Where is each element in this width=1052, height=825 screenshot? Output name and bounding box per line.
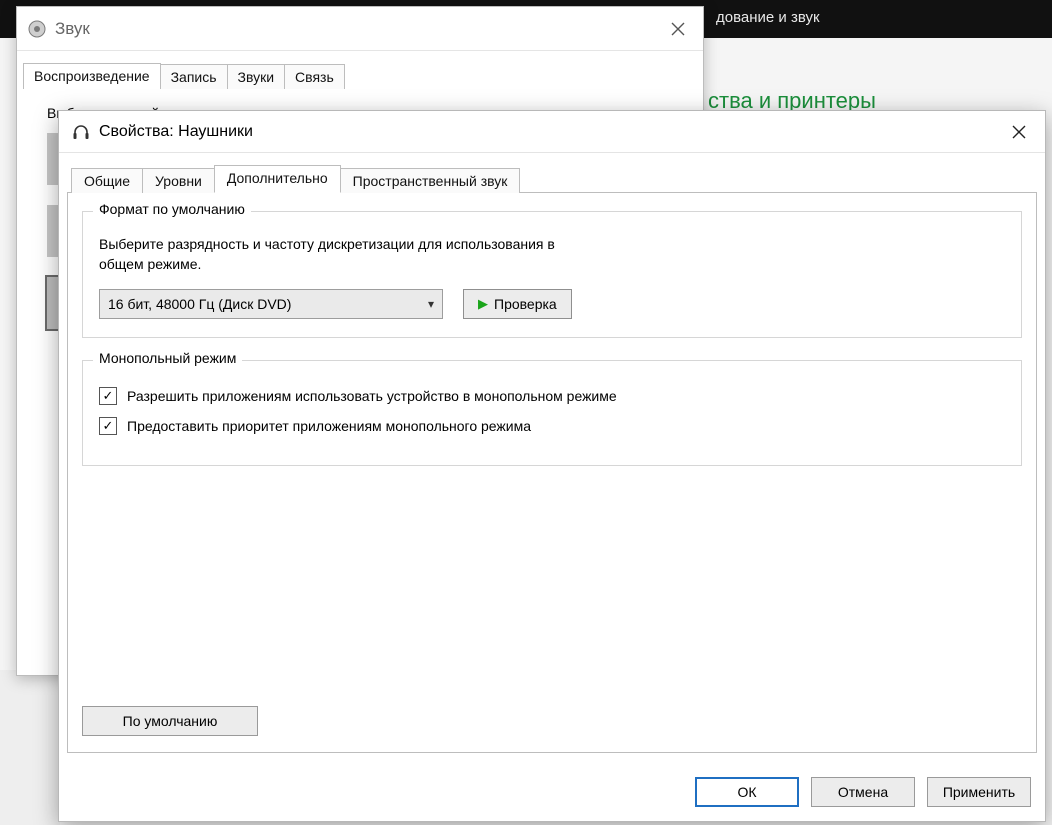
- control-panel-breadcrumb-fragment: дование и звук: [716, 9, 820, 26]
- tab-label: Общие: [84, 173, 130, 189]
- tab-label: Связь: [295, 69, 334, 85]
- tab-label: Дополнительно: [227, 170, 328, 186]
- tab-advanced[interactable]: Дополнительно: [214, 165, 341, 193]
- group-description: Выберите разрядность и частоту дискретиз…: [99, 234, 599, 275]
- tab-label: Уровни: [155, 173, 202, 189]
- apply-button[interactable]: Применить: [927, 777, 1031, 807]
- advanced-tab-panel: Формат по умолчанию Выберите разрядность…: [67, 193, 1037, 753]
- tab-general[interactable]: Общие: [71, 168, 143, 193]
- headphones-icon: [71, 122, 91, 142]
- button-label: По умолчанию: [123, 713, 218, 729]
- play-icon: ▶: [478, 296, 488, 312]
- properties-titlebar: Свойства: Наушники: [59, 111, 1045, 153]
- tab-levels[interactable]: Уровни: [142, 168, 215, 193]
- tab-spatial[interactable]: Пространственный звук: [340, 168, 521, 193]
- checkbox-label: Предоставить приоритет приложениям моноп…: [127, 418, 531, 434]
- cancel-button[interactable]: Отмена: [811, 777, 915, 807]
- tab-label: Воспроизведение: [34, 68, 150, 84]
- properties-tabs: Общие Уровни Дополнительно Пространствен…: [67, 157, 1037, 193]
- button-label: ОК: [737, 784, 756, 800]
- close-icon[interactable]: [657, 14, 699, 44]
- sound-dialog-title: Звук: [55, 19, 657, 39]
- properties-dialog: Свойства: Наушники Общие Уровни Дополнит…: [58, 110, 1046, 822]
- tab-label: Пространственный звук: [353, 173, 508, 189]
- tab-sounds[interactable]: Звуки: [227, 64, 286, 89]
- tab-label: Запись: [171, 69, 217, 85]
- tab-comm[interactable]: Связь: [284, 64, 345, 89]
- allow-exclusive-checkbox-row: ✓ Разрешить приложениям использовать уст…: [99, 387, 1005, 405]
- group-legend: Формат по умолчанию: [93, 201, 251, 217]
- dialog-footer: ОК Отмена Применить: [695, 777, 1031, 807]
- restore-defaults-button[interactable]: По умолчанию: [82, 706, 258, 736]
- test-button[interactable]: ▶ Проверка: [463, 289, 572, 319]
- default-format-group: Формат по умолчанию Выберите разрядность…: [82, 211, 1022, 338]
- properties-title: Свойства: Наушники: [99, 123, 999, 141]
- chevron-down-icon: ▾: [428, 297, 434, 311]
- tab-label: Звуки: [238, 69, 275, 85]
- checkbox[interactable]: ✓: [99, 387, 117, 405]
- button-label: Применить: [943, 784, 1015, 800]
- checkbox-label: Разрешить приложениям использовать устро…: [127, 388, 617, 404]
- tab-recording[interactable]: Запись: [160, 64, 228, 89]
- exclusive-priority-checkbox-row: ✓ Предоставить приоритет приложениям мон…: [99, 417, 1005, 435]
- format-select[interactable]: 16 бит, 48000 Гц (Диск DVD) ▾: [99, 289, 443, 319]
- close-icon[interactable]: [999, 117, 1039, 147]
- checkbox[interactable]: ✓: [99, 417, 117, 435]
- group-legend: Монопольный режим: [93, 350, 242, 366]
- format-select-value: 16 бит, 48000 Гц (Диск DVD): [108, 296, 291, 312]
- button-label: Отмена: [838, 784, 888, 800]
- test-button-label: Проверка: [494, 296, 557, 312]
- sound-dialog-tabs: Воспроизведение Запись Звуки Связь: [17, 51, 703, 89]
- sound-dialog-titlebar: Звук: [17, 7, 703, 51]
- ok-button[interactable]: ОК: [695, 777, 799, 807]
- tab-playback[interactable]: Воспроизведение: [23, 63, 161, 89]
- speaker-icon: [27, 19, 47, 39]
- background-panel-fragment: [0, 670, 60, 825]
- exclusive-mode-group: Монопольный режим ✓ Разрешить приложения…: [82, 360, 1022, 466]
